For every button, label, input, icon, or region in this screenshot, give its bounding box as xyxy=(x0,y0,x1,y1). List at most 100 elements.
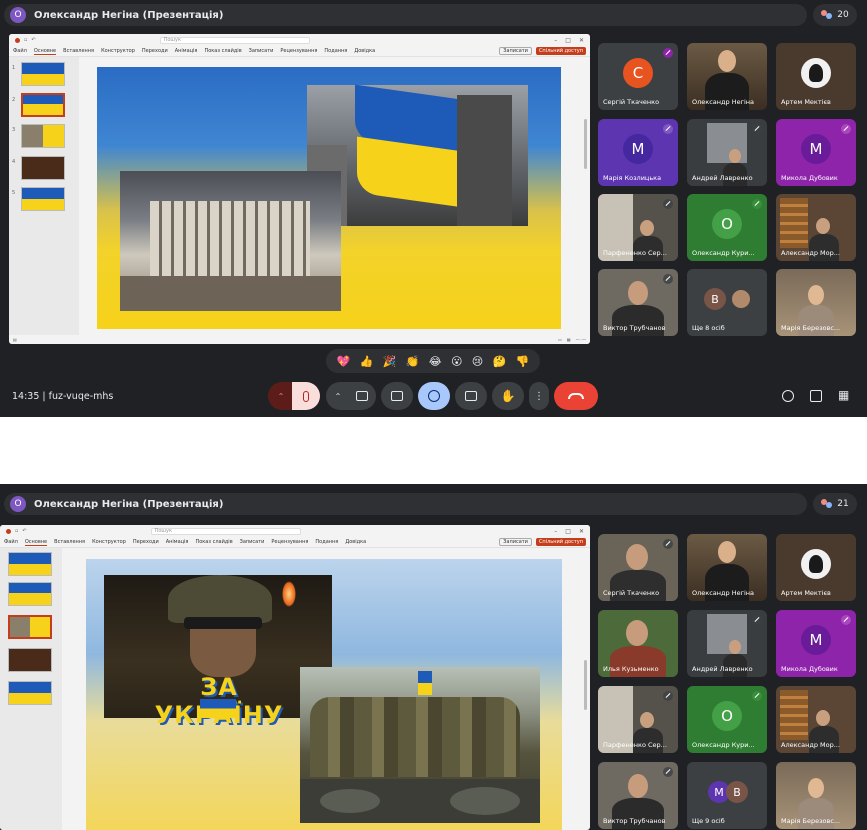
record-button[interactable]: Записати xyxy=(499,47,532,55)
camera-options-button[interactable]: ⌃ xyxy=(326,382,350,410)
raise-hand-button[interactable]: ✋ xyxy=(492,382,524,410)
reaction-heart[interactable]: 💖 xyxy=(337,355,351,368)
menu-view[interactable]: Подання xyxy=(324,48,347,54)
reaction-thumbs-down[interactable]: 👎 xyxy=(516,355,530,368)
menu-home[interactable]: Основне xyxy=(24,539,48,546)
participant-tile[interactable]: O Олександр Кури... xyxy=(687,194,767,261)
menu-design[interactable]: Конструктор xyxy=(92,539,126,545)
menu-record[interactable]: Записати xyxy=(240,539,265,545)
participant-tile[interactable]: Сергій Ткаченко xyxy=(598,534,678,601)
menu-file[interactable]: Файл xyxy=(4,539,18,545)
reaction-clap[interactable]: 👏 xyxy=(406,355,420,368)
participant-tile[interactable]: Парфененко Сер... xyxy=(598,194,678,261)
menu-record[interactable]: Записати xyxy=(249,48,274,54)
search-input[interactable]: Пошук xyxy=(159,36,310,44)
participants-button[interactable]: 20 xyxy=(813,4,857,26)
menu-help[interactable]: Довідка xyxy=(354,48,375,54)
menu-review[interactable]: Рецензування xyxy=(280,48,317,54)
participant-tile[interactable]: M Микола Дубовик xyxy=(776,119,856,186)
reaction-surprised[interactable]: 😮 xyxy=(451,355,462,368)
maximize-icon[interactable]: □ xyxy=(565,528,571,535)
menu-insert[interactable]: Вставлення xyxy=(63,48,94,54)
save-icon[interactable]: ▫ xyxy=(24,37,27,43)
emoji-button[interactable] xyxy=(418,382,450,410)
participant-tile[interactable]: Марія Березовс... xyxy=(776,269,856,336)
participant-tile[interactable]: Марія Березовс... xyxy=(776,762,856,829)
menu-insert[interactable]: Вставлення xyxy=(54,539,85,545)
view-normal-icon[interactable]: ▭ xyxy=(558,337,562,342)
reaction-thinking[interactable]: 🤔 xyxy=(493,355,507,368)
reaction-thumbs-up[interactable]: 👍 xyxy=(360,355,374,368)
participant-tile[interactable]: Артем Мектієв xyxy=(776,534,856,601)
activities-icon[interactable]: ▦ xyxy=(838,388,849,402)
participant-tile[interactable]: Олександр Негіна xyxy=(687,534,767,601)
slide-thumb-5[interactable] xyxy=(8,681,52,705)
presenter-bar[interactable]: O Олександр Негіна (Презентація) xyxy=(4,4,807,26)
slide-thumb-2[interactable] xyxy=(8,582,52,606)
slide-thumb-2[interactable] xyxy=(21,93,65,117)
presenter-bar[interactable]: O Олександр Негіна (Презентація) xyxy=(4,493,807,515)
mic-options-button[interactable]: ⌃ xyxy=(268,382,294,410)
participant-tile[interactable]: O Олександр Кури... xyxy=(687,686,767,753)
share-button[interactable]: Спільний доступ xyxy=(535,47,586,55)
camera-toggle-button[interactable] xyxy=(348,382,376,410)
maximize-icon[interactable]: □ xyxy=(565,37,571,44)
slide-thumb-3[interactable] xyxy=(8,615,52,639)
view-sorter-icon[interactable]: ▦ xyxy=(567,337,571,342)
info-icon[interactable] xyxy=(782,390,794,402)
chat-icon[interactable] xyxy=(810,390,822,402)
participant-tile[interactable]: Александр Мор... xyxy=(776,194,856,261)
reaction-party[interactable]: 🎉 xyxy=(383,355,397,368)
slide-scrollbar[interactable] xyxy=(584,119,587,169)
slide-thumb-4[interactable] xyxy=(8,648,52,672)
undo-icon[interactable]: ↶ xyxy=(22,528,26,534)
search-input[interactable]: Пошук xyxy=(150,527,301,535)
slide-thumb-1[interactable] xyxy=(8,552,52,576)
captions-button[interactable] xyxy=(455,382,487,410)
reaction-laugh[interactable]: 😂 xyxy=(429,355,442,368)
slide-thumb-5[interactable] xyxy=(21,187,65,211)
menu-transitions[interactable]: Переходи xyxy=(133,539,159,545)
save-icon[interactable]: ▫ xyxy=(15,528,18,534)
zoom-slider[interactable]: —◦— xyxy=(576,337,586,342)
more-participants-tile[interactable]: M B Ще 9 осіб xyxy=(687,762,767,829)
participant-tile[interactable]: Олександр Негіна xyxy=(687,43,767,110)
participant-tile[interactable]: Андрей Лавренко xyxy=(687,610,767,677)
close-icon[interactable]: ✕ xyxy=(579,528,584,535)
menu-animation[interactable]: Анімація xyxy=(175,48,198,54)
menu-help[interactable]: Довідка xyxy=(345,539,366,545)
slide-thumb-4[interactable] xyxy=(21,156,65,180)
participant-tile[interactable]: Парфененко Сер... xyxy=(598,686,678,753)
menu-home[interactable]: Основне xyxy=(33,48,57,55)
menu-slideshow[interactable]: Показ слайдів xyxy=(204,48,241,54)
mic-toggle-button[interactable] xyxy=(292,382,320,410)
participant-tile[interactable]: Илья Кузьменко xyxy=(598,610,678,677)
participant-tile[interactable]: Андрей Лавренко xyxy=(687,119,767,186)
reaction-sad[interactable]: 😢 xyxy=(472,355,483,368)
menu-slideshow[interactable]: Показ слайдів xyxy=(195,539,232,545)
minimize-icon[interactable]: – xyxy=(554,37,557,44)
close-icon[interactable]: ✕ xyxy=(579,37,584,44)
participant-tile[interactable]: M Микола Дубовик xyxy=(776,610,856,677)
menu-animation[interactable]: Анімація xyxy=(166,539,189,545)
menu-transitions[interactable]: Переходи xyxy=(142,48,168,54)
minimize-icon[interactable]: – xyxy=(554,528,557,535)
slide-thumb-1[interactable] xyxy=(21,62,65,86)
leave-call-button[interactable] xyxy=(554,382,598,410)
slide-scrollbar[interactable] xyxy=(584,660,587,710)
slide-thumb-3[interactable] xyxy=(21,124,65,148)
present-button[interactable] xyxy=(381,382,413,410)
more-options-button[interactable]: ⋮ xyxy=(529,382,549,410)
participant-tile[interactable]: Виктор Трубчанов xyxy=(598,269,678,336)
menu-view[interactable]: Подання xyxy=(315,539,338,545)
menu-design[interactable]: Конструктор xyxy=(101,48,135,54)
menu-file[interactable]: Файл xyxy=(13,48,27,54)
participant-tile[interactable]: M Марія Козлицька xyxy=(598,119,678,186)
menu-review[interactable]: Рецензування xyxy=(271,539,308,545)
participant-tile[interactable]: Виктор Трубчанов xyxy=(598,762,678,829)
participant-tile[interactable]: Артем Мектієв xyxy=(776,43,856,110)
share-button[interactable]: Спільний доступ xyxy=(535,538,586,546)
participants-button[interactable]: 21 xyxy=(813,493,857,515)
undo-icon[interactable]: ↶ xyxy=(31,37,35,43)
participant-tile[interactable]: Александр Мор... xyxy=(776,686,856,753)
